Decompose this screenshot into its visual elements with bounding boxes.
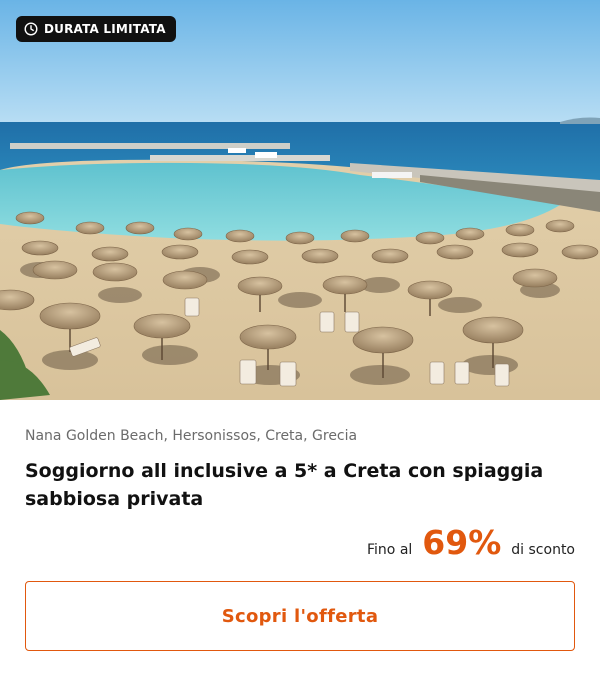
badge-label: DURATA LIMITATA xyxy=(44,22,166,36)
offer-title[interactable]: Soggiorno all inclusive a 5* a Creta con… xyxy=(25,457,565,513)
discount-row: Fino al 69% di sconto xyxy=(25,525,575,561)
beach-photo xyxy=(0,0,600,400)
location-text: Nana Golden Beach, Hersonissos, Creta, G… xyxy=(25,428,358,444)
discount-prefix: Fino al xyxy=(367,542,413,558)
hero-image[interactable]: DURATA LIMITATA xyxy=(0,0,600,400)
limited-time-badge: DURATA LIMITATA xyxy=(16,16,176,42)
discover-offer-button[interactable]: Scopri l'offerta xyxy=(25,581,575,651)
offer-card[interactable]: DURATA LIMITATA Nana Golden Beach, Herso… xyxy=(0,0,600,676)
cta-label: Scopri l'offerta xyxy=(221,605,379,627)
clock-icon xyxy=(24,22,38,36)
discount-suffix: di sconto xyxy=(511,542,575,558)
discount-value: 69% xyxy=(422,523,502,562)
offer-details: Nana Golden Beach, Hersonissos, Creta, G… xyxy=(0,400,600,561)
